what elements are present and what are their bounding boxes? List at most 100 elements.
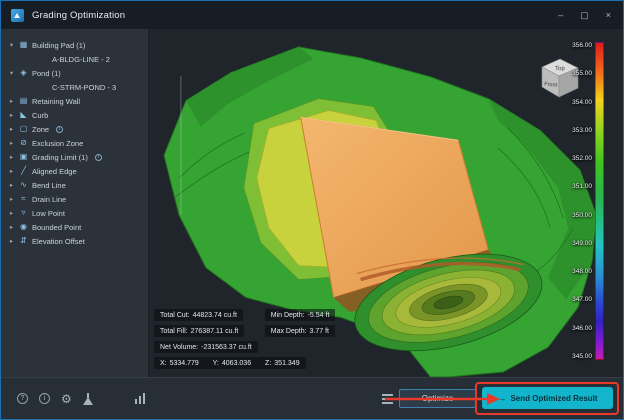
settings-icon[interactable]: ⚙: [61, 393, 72, 405]
total-fill-stat: Total Fill: 276387.11 cu.ft: [154, 325, 245, 337]
tree-item-label: Aligned Edge: [32, 166, 77, 176]
optimize-button[interactable]: Optimize: [399, 389, 476, 408]
chart-icon[interactable]: [134, 393, 146, 404]
legend-tick-label: 352.00: [572, 155, 592, 163]
expander-right-icon[interactable]: ▸: [8, 237, 15, 245]
retaining-wall-icon: ▤: [19, 96, 28, 105]
tree-item-curb[interactable]: ▸ ◣ Curb: [1, 108, 148, 122]
tree-item-label: Elevation Offset: [32, 236, 85, 246]
pond-icon: ◈: [20, 68, 27, 77]
tree-item-drain-line[interactable]: ▸ ≈ Drain Line: [1, 192, 148, 206]
legend-labels: 356.00 355.00 354.00 353.00 352.00 351.00 350.…: [572, 42, 592, 360]
tree-item-c-strm-pond-3[interactable]: C-STRM-POND - 3: [1, 80, 148, 94]
tree-item-elevation-offset[interactable]: ▸ ⇵ Elevation Offset: [1, 234, 148, 248]
tree-item-label: Curb: [32, 110, 49, 120]
legend-tick-label: 346.00: [572, 324, 592, 332]
expander-down-icon[interactable]: ▾: [8, 69, 15, 77]
bounded-point-icon: ◉: [20, 222, 27, 231]
coord-x-label: X:: [160, 359, 167, 367]
tree-item-label: Pond (1): [32, 68, 61, 78]
legend-tick-label: 349.00: [572, 239, 592, 247]
help-icon[interactable]: ?: [17, 393, 28, 404]
info-icon[interactable]: i: [94, 153, 102, 161]
expander-right-icon[interactable]: ▸: [8, 209, 15, 217]
legend-tick-label: 348.00: [572, 268, 592, 276]
expander-right-icon[interactable]: ▸: [8, 195, 15, 203]
info-icon[interactable]: i: [39, 393, 50, 404]
tree-item-label: Bounded Point: [32, 222, 82, 232]
expander-right-icon[interactable]: ▸: [8, 167, 15, 175]
drain-line-icon: ≈: [21, 194, 26, 203]
tree-item-label: Low Point: [32, 208, 65, 218]
tree-item-pond-1[interactable]: ▾ ◈ Pond (1): [1, 66, 148, 80]
total-fill-label: Total Fill:: [160, 327, 188, 335]
bend-line-icon: ∿: [20, 180, 27, 189]
grading-optimization-window: Grading Optimization – ▢ × ▾ ▦ Building Pa…: [0, 0, 624, 420]
max-depth-stat: Max Depth: 3.77 ft: [264, 325, 335, 337]
expander-right-icon[interactable]: ▸: [8, 223, 15, 231]
legend-tick-label: 345.00: [572, 352, 592, 360]
coord-z-value: 351.349: [274, 359, 300, 367]
coord-z-label: Z:: [265, 359, 272, 367]
elevation-color-bar: [595, 42, 604, 360]
expander-down-icon[interactable]: ▾: [8, 41, 15, 49]
net-volume-stat: Net Volume: -231563.37 cu.ft: [154, 341, 258, 353]
stats-overlay: Total Cut: 44823.74 cu.ft Min Depth: -5.54…: [154, 309, 336, 369]
tree-item-exclusion-zone[interactable]: ▸ ⊘ Exclusion Zone: [1, 136, 148, 150]
view-cube-top-label: Top: [555, 66, 566, 72]
tree-item-zone[interactable]: ▸ ▢ Zone i: [1, 122, 148, 136]
close-icon[interactable]: ×: [606, 10, 611, 20]
tree-item-label: Exclusion Zone: [32, 138, 84, 148]
legend-tick-label: 350.00: [572, 211, 592, 219]
maximize-icon[interactable]: ▢: [580, 10, 589, 21]
flask-icon[interactable]: [83, 392, 94, 405]
zone-icon: ▢: [19, 124, 28, 133]
tree-item-bounded-point[interactable]: ▸ ◉ Bounded Point: [1, 220, 148, 234]
elevation-offset-icon: ⇵: [20, 236, 27, 245]
legend-tick-label: 354.00: [572, 98, 592, 106]
exclusion-zone-icon: ⊘: [20, 138, 27, 147]
expander-right-icon[interactable]: ▸: [8, 97, 15, 105]
minimize-icon[interactable]: –: [558, 10, 563, 20]
expander-right-icon[interactable]: ▸: [8, 153, 15, 161]
3d-viewport[interactable]: Top Front 356.00 355.00 354.00 353.00 352.00…: [149, 29, 623, 377]
max-depth-label: Max Depth:: [270, 327, 307, 335]
tree-item-grading-limit-1[interactable]: ▸ ▣ Grading Limit (1) i: [1, 150, 148, 164]
cursor-coordinates: X: 5334.779 Y: 4063.036 Z: 351.349: [154, 357, 306, 369]
low-point-icon: ▿: [21, 208, 26, 217]
info-icon[interactable]: i: [56, 125, 64, 133]
total-cut-label: Total Cut:: [160, 311, 190, 319]
send-optimized-result-button[interactable]: → Send Optimized Result: [482, 387, 613, 409]
expander-right-icon[interactable]: ▸: [8, 181, 15, 189]
tree-item-aligned-edge[interactable]: ▸ ╱ Aligned Edge: [1, 164, 148, 178]
tree-item-bend-line[interactable]: ▸ ∿ Bend Line: [1, 178, 148, 192]
tree-item-a-bldg-line-2[interactable]: A-BLDG-LINE - 2: [1, 52, 148, 66]
min-depth-value: -5.54 ft: [307, 311, 330, 319]
tree-item-label: C-STRM-POND - 3: [52, 82, 117, 92]
tree-item-retaining-wall[interactable]: ▸ ▤ Retaining Wall: [1, 94, 148, 108]
tree-item-label: Zone: [32, 124, 50, 134]
expander-right-icon[interactable]: ▸: [8, 111, 15, 119]
curb-icon: ◣: [20, 110, 27, 119]
aligned-edge-icon: ╱: [21, 166, 26, 175]
optimization-list-icon[interactable]: [382, 394, 393, 404]
legend-tick-label: 351.00: [572, 183, 592, 191]
coord-y-value: 4063.036: [221, 359, 252, 367]
footer-toolbar: ? i ⚙ Optimize → Send Optimized Result: [1, 377, 623, 419]
tree-item-label: Retaining Wall: [32, 96, 81, 106]
coord-x-value: 5334.779: [169, 359, 199, 367]
tree-item-label: A-BLDG-LINE - 2: [52, 54, 110, 64]
expander-right-icon[interactable]: ▸: [8, 139, 15, 147]
window-controls: – ▢ ×: [558, 10, 613, 21]
legend-tick-label: 355.00: [572, 70, 592, 78]
coord-y-label: Y:: [212, 359, 219, 367]
total-fill-value: 276387.11 cu.ft: [190, 327, 239, 335]
expander-right-icon[interactable]: ▸: [8, 125, 15, 133]
tree-item-building-pad-1[interactable]: ▾ ▦ Building Pad (1): [1, 38, 148, 52]
tree-item-label: Bend Line: [32, 180, 66, 190]
tree-item-low-point[interactable]: ▸ ▿ Low Point: [1, 206, 148, 220]
net-volume-value: -231563.37 cu.ft: [201, 343, 252, 351]
legend-tick-label: 356.00: [572, 42, 592, 49]
app-icon: [11, 8, 24, 22]
min-depth-label: Min Depth:: [270, 311, 305, 319]
